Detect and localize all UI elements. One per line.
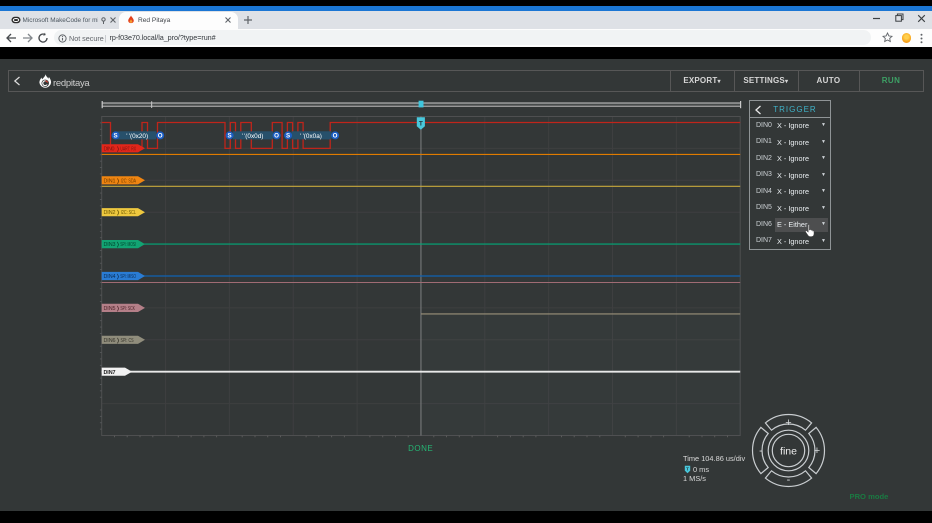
- svg-text:O: O: [333, 133, 338, 140]
- svg-text:-: -: [787, 474, 791, 486]
- svg-text:T: T: [686, 466, 689, 471]
- svg-text:DONE: DONE: [408, 444, 433, 453]
- svg-text:❯ I2C: SDA: ❯ I2C: SDA: [117, 178, 137, 184]
- svg-text:❯ SPI: MISO: ❯ SPI: MISO: [117, 274, 137, 280]
- svg-text:O: O: [158, 133, 163, 140]
- svg-text:❯ SPI: CS: ❯ SPI: CS: [117, 338, 134, 344]
- svg-text:DIN2: DIN2: [104, 210, 116, 216]
- svg-text:DIN5: DIN5: [104, 306, 116, 312]
- svg-text:S: S: [286, 133, 290, 140]
- svg-text:+: +: [785, 417, 791, 429]
- svg-text:DIN6: DIN6: [104, 338, 116, 344]
- svg-text:DIN4: DIN4: [104, 274, 116, 280]
- svg-text:❯ SPI: SCK: ❯ SPI: SCK: [117, 306, 136, 312]
- svg-text:' '(0x20): ' '(0x20): [126, 133, 148, 140]
- svg-text:DIN1: DIN1: [104, 178, 116, 184]
- svg-text:DIN0: DIN0: [104, 146, 115, 152]
- svg-text:' '(0x0d): ' '(0x0d): [242, 133, 264, 140]
- svg-text:DIN3: DIN3: [104, 242, 116, 248]
- svg-text:fine: fine: [780, 445, 797, 457]
- svg-text:O: O: [274, 133, 279, 140]
- svg-text:❯ I2C: SCL: ❯ I2C: SCL: [117, 210, 137, 216]
- svg-text:-: -: [759, 445, 763, 457]
- svg-text:❯ SPI: MOSI: ❯ SPI: MOSI: [117, 242, 137, 248]
- svg-text:+: +: [814, 445, 820, 457]
- svg-text:S: S: [228, 133, 232, 140]
- svg-text:S: S: [114, 133, 118, 140]
- svg-text:❯ UART: RX: ❯ UART: RX: [117, 146, 137, 152]
- svg-text:' '(0x0a): ' '(0x0a): [300, 133, 322, 140]
- svg-text:DIN7: DIN7: [104, 370, 116, 376]
- svg-text:T: T: [419, 120, 423, 127]
